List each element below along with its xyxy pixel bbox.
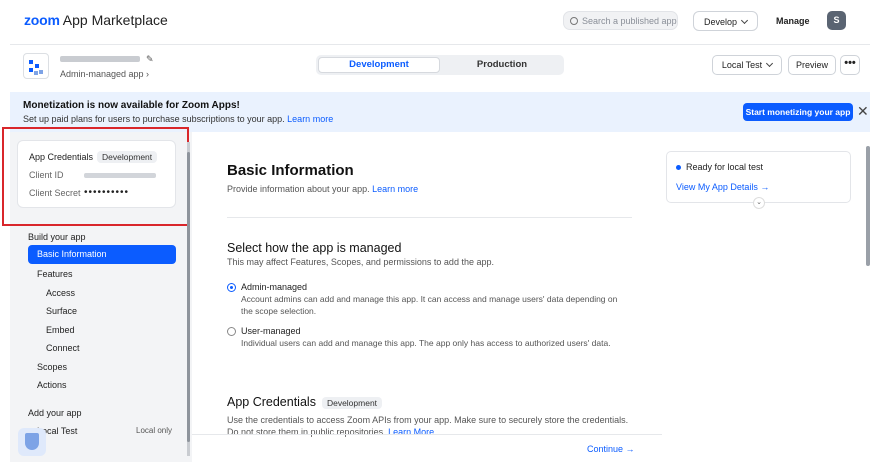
add-your-app-heading: Add your app bbox=[28, 408, 82, 418]
credentials-learn-more-link[interactable]: Learn More bbox=[388, 427, 434, 437]
preview-button[interactable]: Preview bbox=[788, 55, 836, 75]
app-name[interactable]: ✎ bbox=[60, 53, 154, 65]
main-scrollbar[interactable] bbox=[866, 134, 871, 460]
page-title: Basic Information bbox=[227, 162, 354, 179]
credentials-section-heading: App Credentials Development bbox=[227, 395, 383, 409]
monetization-banner: Monetization is now available for Zoom A… bbox=[10, 92, 870, 132]
start-monetizing-button[interactable]: Start monetizing your app bbox=[743, 103, 853, 121]
marketplace-title: App Marketplace bbox=[62, 12, 168, 28]
sidebar-scroll-thumb[interactable] bbox=[187, 152, 190, 442]
shield-icon[interactable] bbox=[18, 428, 46, 456]
learn-more-link[interactable]: Learn more bbox=[372, 184, 418, 194]
marketplace-logo[interactable]: zoom App Marketplace bbox=[24, 12, 168, 28]
app-icon bbox=[23, 53, 49, 79]
credentials-heading-text: App Credentials bbox=[227, 395, 316, 409]
sidebar-item-surface[interactable]: Surface bbox=[46, 306, 77, 316]
sidebar-scrollbar[interactable] bbox=[187, 142, 190, 456]
user-managed-radio[interactable] bbox=[227, 327, 236, 336]
pencil-icon[interactable]: ✎ bbox=[146, 54, 154, 65]
avatar[interactable]: S bbox=[827, 11, 846, 30]
view-app-details-link[interactable]: View My App Details → bbox=[676, 182, 769, 192]
app-management-type[interactable]: Admin-managed app › bbox=[60, 69, 149, 79]
page-subtitle: Provide information about your app. Lear… bbox=[227, 184, 418, 194]
admin-managed-title: Admin-managed bbox=[241, 282, 308, 292]
sidebar-item-actions[interactable]: Actions bbox=[37, 380, 67, 390]
more-options-button[interactable]: ••• bbox=[840, 55, 860, 75]
credentials-badge: Development bbox=[321, 397, 383, 409]
search-icon bbox=[570, 17, 578, 25]
manage-section-subtitle: This may affect Features, Scopes, and pe… bbox=[227, 257, 494, 267]
section-divider bbox=[227, 217, 632, 218]
search-placeholder: Search a published app bbox=[582, 16, 677, 26]
manage-section-heading: Select how the app is managed bbox=[227, 241, 402, 255]
tab-development[interactable]: Development bbox=[318, 57, 440, 73]
status-text: Ready for local test bbox=[686, 162, 764, 172]
sidebar-item-basic-information[interactable]: Basic Information bbox=[28, 245, 176, 264]
develop-dropdown[interactable]: Develop bbox=[693, 11, 758, 31]
banner-title: Monetization is now available for Zoom A… bbox=[23, 100, 240, 111]
status-dot bbox=[676, 165, 681, 170]
search-input[interactable]: Search a published app bbox=[563, 11, 678, 30]
sidebar-item-connect[interactable]: Connect bbox=[46, 343, 80, 353]
footer-divider bbox=[192, 434, 662, 435]
top-bar: zoom App Marketplace Search a published a… bbox=[0, 0, 873, 42]
manage-link[interactable]: Manage bbox=[776, 16, 810, 26]
chevron-down-icon bbox=[766, 59, 774, 68]
user-managed-description: Individual users can add and manage this… bbox=[241, 338, 611, 348]
local-test-dropdown[interactable]: Local Test bbox=[712, 55, 782, 75]
close-icon[interactable]: ✕ bbox=[857, 103, 869, 119]
status-card: Ready for local test View My App Details… bbox=[666, 151, 851, 209]
user-managed-title: User-managed bbox=[241, 326, 301, 336]
continue-button[interactable]: Continue → bbox=[587, 444, 635, 454]
local-test-label: Local Test bbox=[721, 60, 763, 70]
tab-production[interactable]: Production bbox=[442, 57, 562, 73]
local-only-label: Local only bbox=[136, 426, 173, 435]
app-header: ✎ Admin-managed app › Development Produc… bbox=[10, 44, 870, 88]
banner-learn-more-link[interactable]: Learn more bbox=[287, 114, 333, 124]
sidebar-item-scopes[interactable]: Scopes bbox=[37, 362, 67, 372]
environment-toggle: Development Production bbox=[316, 55, 564, 75]
sidebar-item-embed[interactable]: Embed bbox=[46, 325, 75, 335]
expand-icon[interactable]: ⌄ bbox=[753, 197, 765, 209]
sidebar-item-access[interactable]: Access bbox=[46, 288, 75, 298]
develop-label: Develop bbox=[704, 17, 738, 27]
banner-text: Set up paid plans for users to purchase … bbox=[23, 114, 333, 124]
admin-managed-radio[interactable] bbox=[227, 283, 236, 292]
admin-managed-description: Account admins can add and manage this a… bbox=[241, 294, 618, 316]
banner-description: Set up paid plans for users to purchase … bbox=[23, 114, 285, 124]
chevron-down-icon bbox=[740, 16, 749, 25]
page-subtitle-text: Provide information about your app. bbox=[227, 184, 370, 194]
zoom-logo-text: zoom bbox=[24, 12, 60, 28]
sidebar-item-features[interactable]: Features bbox=[37, 269, 73, 279]
highlight-box bbox=[2, 127, 189, 226]
main-scroll-thumb[interactable] bbox=[866, 146, 870, 266]
build-your-app-heading: Build your app bbox=[28, 232, 86, 242]
